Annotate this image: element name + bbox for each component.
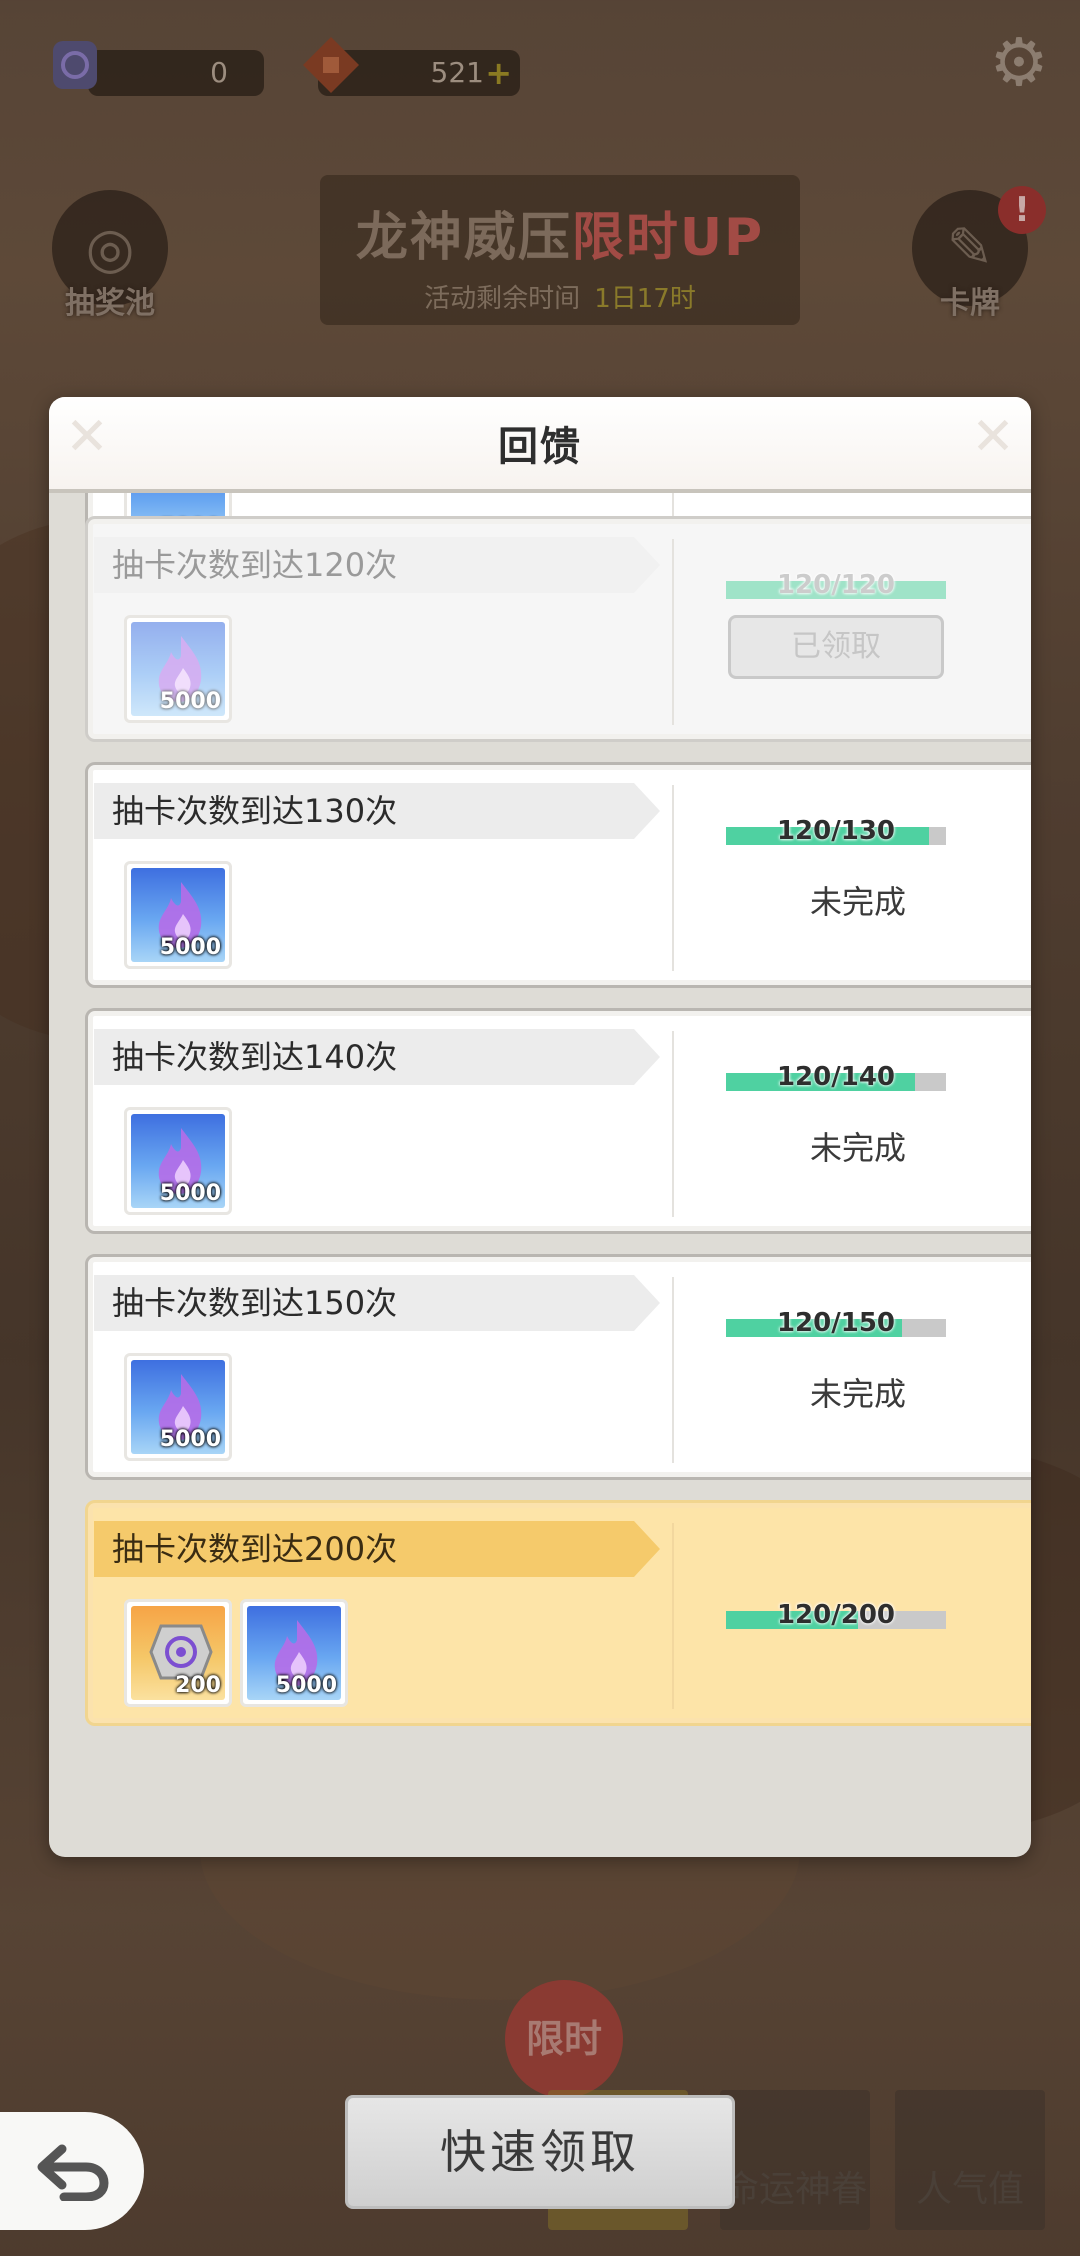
tab-fate[interactable]: 命运神眷 [720, 2090, 870, 2230]
back-button[interactable] [0, 2112, 144, 2230]
reward-item[interactable]: 5000 [124, 615, 232, 723]
reward-item[interactable]: 5000 [124, 1107, 232, 1215]
cards-label: 卡牌 [940, 286, 1000, 321]
rune-stone-icon [40, 30, 110, 100]
task-row: 抽卡次数到达150次 5000 120/150 未完成 [85, 1254, 1031, 1480]
limited-badge: 限时 [505, 1980, 623, 2098]
status-text: 未完成 [809, 883, 906, 921]
feedback-modal: ✕ 回馈 ✕ 5000 抽卡次数到达120次 5000 [49, 397, 1031, 1857]
item-count: 5000 [159, 1181, 221, 1206]
gem-counter: 0 [88, 50, 264, 96]
item-count: 5000 [159, 935, 221, 960]
row-divider [672, 1277, 674, 1463]
task-name-text: 抽卡次数到达150次 [112, 1284, 398, 1322]
reward-item[interactable]: 5000 [240, 1599, 348, 1707]
cards-alert-badge: ! [998, 186, 1046, 234]
gear-icon[interactable]: ⚙ [984, 28, 1054, 98]
claimed-button[interactable]: 已领取 [728, 615, 944, 679]
chevron-right-icon [634, 537, 660, 593]
add-diamond-icon[interactable]: + [485, 50, 512, 96]
item-count: 5000 [159, 689, 221, 714]
progress-bar: 120/200 [726, 1595, 946, 1635]
progress-text: 120/130 [776, 816, 896, 846]
progress-text: 120/140 [776, 1062, 896, 1092]
reward-item[interactable]: 200 [124, 1599, 232, 1707]
flame-icon: 5000 [131, 622, 225, 716]
back-arrow-icon [37, 2144, 109, 2201]
cards-button[interactable]: ✎ 卡牌 ! [910, 186, 1046, 330]
flame-icon: 5000 [247, 1606, 341, 1700]
item-count: 5000 [159, 1427, 221, 1452]
progress-bar: 120/130 [726, 811, 946, 851]
corner-decoration-icon: ✕ [65, 407, 109, 467]
banner-title: 龙神威压限时UP [320, 175, 800, 270]
banner-title-up: 限时UP [571, 208, 765, 268]
rune-stone-icon: 200 [131, 1606, 225, 1700]
flame-icon: 5000 [131, 1114, 225, 1208]
task-name-text: 抽卡次数到达120次 [112, 546, 398, 584]
status-text: 未完成 [809, 1129, 906, 1167]
progress-bar: 120/150 [726, 1303, 946, 1343]
progress-bar: 120/140 [726, 1057, 946, 1097]
item-count: 5000 [275, 1673, 337, 1698]
row-divider [672, 1523, 674, 1709]
reward-item[interactable]: 5000 [124, 861, 232, 969]
progress-text: 120/120 [776, 570, 896, 600]
task-name: 抽卡次数到达150次 [94, 1275, 660, 1331]
modal-title: 回馈 [498, 424, 582, 470]
draw-pool-button[interactable]: ◎ 抽奖池 [50, 190, 170, 330]
banner-title-main: 龙神威压 [355, 208, 572, 268]
flame-icon: 5000 [131, 868, 225, 962]
task-name: 抽卡次数到达200次 [94, 1521, 660, 1577]
event-banner: 龙神威压限时UP 活动剩余时间 1日17时 [320, 175, 800, 325]
row-divider [672, 1031, 674, 1217]
quick-claim-button[interactable]: 快速领取 [345, 2095, 735, 2209]
task-name-text: 抽卡次数到达200次 [112, 1530, 398, 1568]
chevron-right-icon [634, 1029, 660, 1085]
row-divider [672, 785, 674, 971]
task-name-text: 抽卡次数到达140次 [112, 1038, 398, 1076]
task-name-text: 抽卡次数到达130次 [112, 792, 398, 830]
task-row: 抽卡次数到达140次 5000 120/140 未完成 [85, 1008, 1031, 1234]
progress-text: 120/150 [776, 1308, 896, 1338]
chevron-right-icon [634, 783, 660, 839]
chevron-right-icon [634, 1521, 660, 1577]
task-row-highlighted: 抽卡次数到达200次 200 5000 120/200 [85, 1500, 1031, 1726]
red-diamond-icon [296, 30, 366, 100]
item-count: 200 [175, 1673, 221, 1698]
chevron-right-icon [634, 1275, 660, 1331]
draw-pool-label: 抽奖池 [65, 286, 155, 321]
task-row: 抽卡次数到达120次 5000 120/120 已领取 [85, 516, 1031, 742]
progress-text: 120/200 [776, 1600, 896, 1630]
banner-remaining: 活动剩余时间 1日17时 [320, 278, 800, 315]
reward-item[interactable]: 5000 [124, 1353, 232, 1461]
flame-icon: 5000 [131, 1360, 225, 1454]
progress-bar: 120/120 [726, 565, 946, 605]
modal-header: ✕ 回馈 ✕ [49, 397, 1031, 493]
task-row: 抽卡次数到达130次 5000 120/130 未完成 [85, 762, 1031, 988]
task-name: 抽卡次数到达140次 [94, 1029, 660, 1085]
status-text: 未完成 [809, 1375, 906, 1413]
task-name: 抽卡次数到达120次 [94, 537, 660, 593]
close-icon[interactable]: ✕ [963, 407, 1023, 467]
tab-fate-label: 命运神眷 [722, 2169, 867, 2210]
gem-count: 0 [210, 56, 228, 89]
task-list[interactable]: 5000 抽卡次数到达120次 5000 120/120 已领取 [49, 493, 1031, 1857]
row-divider [672, 539, 674, 725]
tab-popularity[interactable]: 人气值 [895, 2090, 1045, 2230]
remaining-label: 活动剩余时间 [424, 284, 581, 314]
task-name: 抽卡次数到达130次 [94, 783, 660, 839]
diamond-count: 521 [430, 56, 484, 89]
remaining-time: 1日17时 [594, 284, 696, 314]
tab-popularity-label: 人气值 [915, 2169, 1024, 2210]
